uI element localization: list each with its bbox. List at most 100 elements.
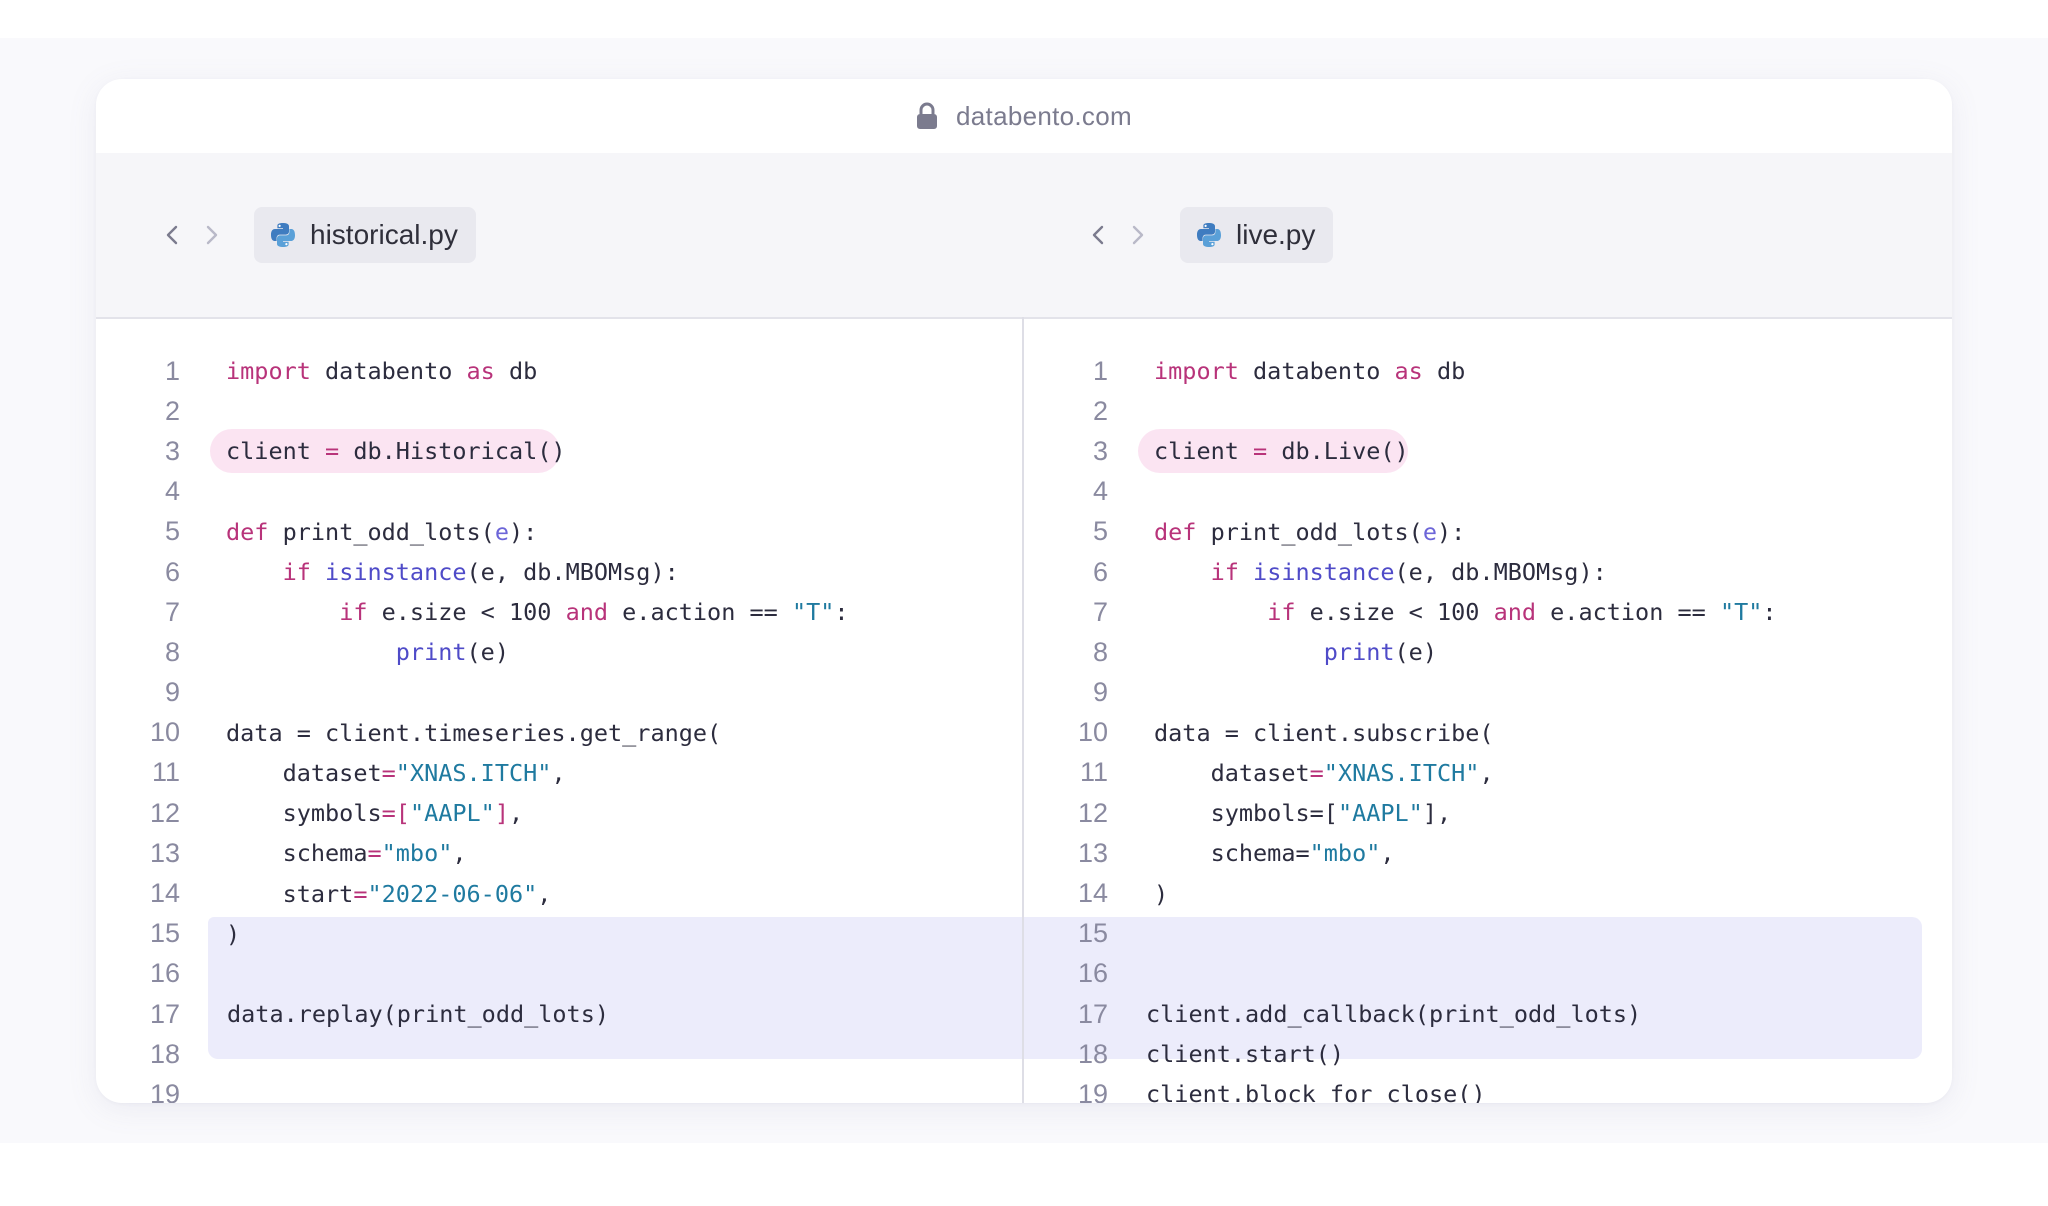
- code-text: data.replay(print_odd_lots): [227, 1000, 609, 1028]
- code-line: 11 dataset="XNAS.ITCH",: [1024, 753, 1950, 793]
- code-token: ):: [1436, 517, 1466, 546]
- code-token: client: [226, 437, 326, 466]
- code-token: :: [834, 598, 849, 627]
- code-line: 7 if e.size < 100 and e.action == "T":: [96, 592, 1022, 632]
- line-number: 2: [164, 395, 180, 426]
- code-token: e: [494, 517, 509, 546]
- code-token: "AAPL": [1337, 799, 1423, 828]
- line-number: 11: [151, 757, 180, 788]
- code-text: dataset="XNAS.ITCH",: [226, 759, 566, 787]
- code-text: client.block_for_close(): [1146, 1080, 1486, 1103]
- code-line: 5 def print_odd_lots(e):: [1024, 512, 1950, 552]
- code-token: data = client.timeseries.get_range(: [226, 718, 722, 747]
- code-pane-live: 1 import databento as db 2 3 client = db.Liv…: [1024, 351, 1950, 1103]
- code-token: def: [1154, 517, 1197, 546]
- back-button-right[interactable]: [1078, 215, 1118, 255]
- code-token: (e): [466, 638, 509, 667]
- code-token: schema=: [1154, 839, 1310, 868]
- line-number: 14: [149, 878, 180, 909]
- line-number: 9: [164, 677, 180, 708]
- line-number: 12: [1077, 797, 1108, 828]
- code-text: client = db.Historical(): [226, 437, 566, 465]
- code-token: symbols=[: [1154, 799, 1338, 828]
- line-number: 8: [164, 636, 180, 667]
- code-token: symbols: [226, 799, 382, 828]
- code-token: ,: [452, 839, 467, 868]
- code-token: "mbo": [1309, 839, 1381, 868]
- line-number: 15: [149, 918, 180, 949]
- code-token: db: [494, 357, 538, 386]
- code-token: print_odd_lots(: [1196, 517, 1423, 546]
- chevron-left-icon: [1092, 225, 1104, 245]
- code-token: schema: [226, 839, 368, 868]
- code-token: =[: [381, 799, 410, 828]
- code-token: =: [325, 437, 340, 466]
- forward-button-right[interactable]: [1118, 215, 1158, 255]
- line-number: 3: [1092, 435, 1108, 466]
- code-token: start: [226, 879, 354, 908]
- code-line: 10 data = client.subscribe(: [1024, 713, 1950, 753]
- code-token: if: [339, 598, 368, 627]
- address-bar[interactable]: databento.com: [96, 79, 1952, 153]
- code-line: 4: [96, 472, 1022, 512]
- code-token: (e, db.MBOMsg):: [1394, 558, 1607, 587]
- code-token: databento: [1238, 357, 1395, 386]
- code-token: if: [282, 558, 311, 587]
- code-line: 9: [1024, 673, 1950, 713]
- tab-live-py[interactable]: live.py: [1180, 207, 1334, 263]
- tab-label: historical.py: [310, 219, 458, 250]
- forward-button-left[interactable]: [192, 215, 232, 255]
- code-token: db: [1422, 357, 1466, 386]
- line-number: 17: [1077, 998, 1108, 1029]
- code-line: 14 start="2022-06-06",: [96, 873, 1022, 913]
- code-line: 16: [96, 954, 1022, 994]
- code-token: ,: [1479, 758, 1494, 787]
- line-number: 4: [1092, 476, 1108, 507]
- code-token: :: [1762, 598, 1777, 627]
- python-icon: [1197, 223, 1221, 247]
- code-text: def print_odd_lots(e):: [1154, 518, 1465, 546]
- code-token: client.add_callback(print_odd_lots): [1146, 1000, 1642, 1029]
- line-number: 15: [1077, 918, 1108, 949]
- code-token: data = client.subscribe(: [1154, 718, 1494, 747]
- code-text: start="2022-06-06",: [226, 879, 552, 908]
- left-tab-group: historical.py: [152, 153, 476, 317]
- code-text: ): [226, 920, 240, 948]
- code-line: 12 symbols=["AAPL"],: [1024, 793, 1950, 833]
- chevron-left-icon: [166, 225, 178, 245]
- code-text: import databento as db: [1154, 357, 1465, 385]
- line-number: 18: [149, 1038, 180, 1069]
- line-number: 10: [1077, 717, 1108, 748]
- line-number: 17: [149, 998, 180, 1029]
- line-number: 9: [1092, 677, 1108, 708]
- code-line: 8 print(e): [1024, 632, 1950, 672]
- line-number: 11: [1079, 757, 1108, 788]
- code-line: 18 client.start(): [1024, 1034, 1950, 1074]
- line-number: 8: [1092, 636, 1108, 667]
- code-token: =: [1309, 758, 1324, 787]
- code-text: import databento as db: [226, 357, 537, 385]
- line-number: 7: [1092, 596, 1108, 627]
- code-token: ,: [508, 799, 524, 828]
- code-text: schema="mbo",: [226, 839, 467, 867]
- line-number: 5: [164, 516, 180, 547]
- code-token: data.replay(print_odd_lots): [227, 1000, 610, 1029]
- back-button-left[interactable]: [152, 215, 192, 255]
- code-token: if: [1210, 558, 1239, 587]
- line-number: 19: [149, 1078, 180, 1103]
- right-tab-group: live.py: [1078, 153, 1334, 317]
- code-line: 11 dataset="XNAS.ITCH",: [96, 753, 1022, 793]
- code-text: print(e): [226, 638, 509, 666]
- code-line: 19 client.block_for_close(): [1024, 1074, 1950, 1103]
- line-number: 19: [1077, 1078, 1108, 1103]
- tab-label: live.py: [1236, 219, 1316, 250]
- line-number: 6: [164, 556, 180, 587]
- tab-historical-py[interactable]: historical.py: [254, 207, 476, 263]
- code-line: 15: [1024, 914, 1950, 954]
- code-text: data = client.subscribe(: [1154, 719, 1494, 747]
- code-token: =: [381, 758, 396, 787]
- code-text: client.start(): [1146, 1040, 1344, 1068]
